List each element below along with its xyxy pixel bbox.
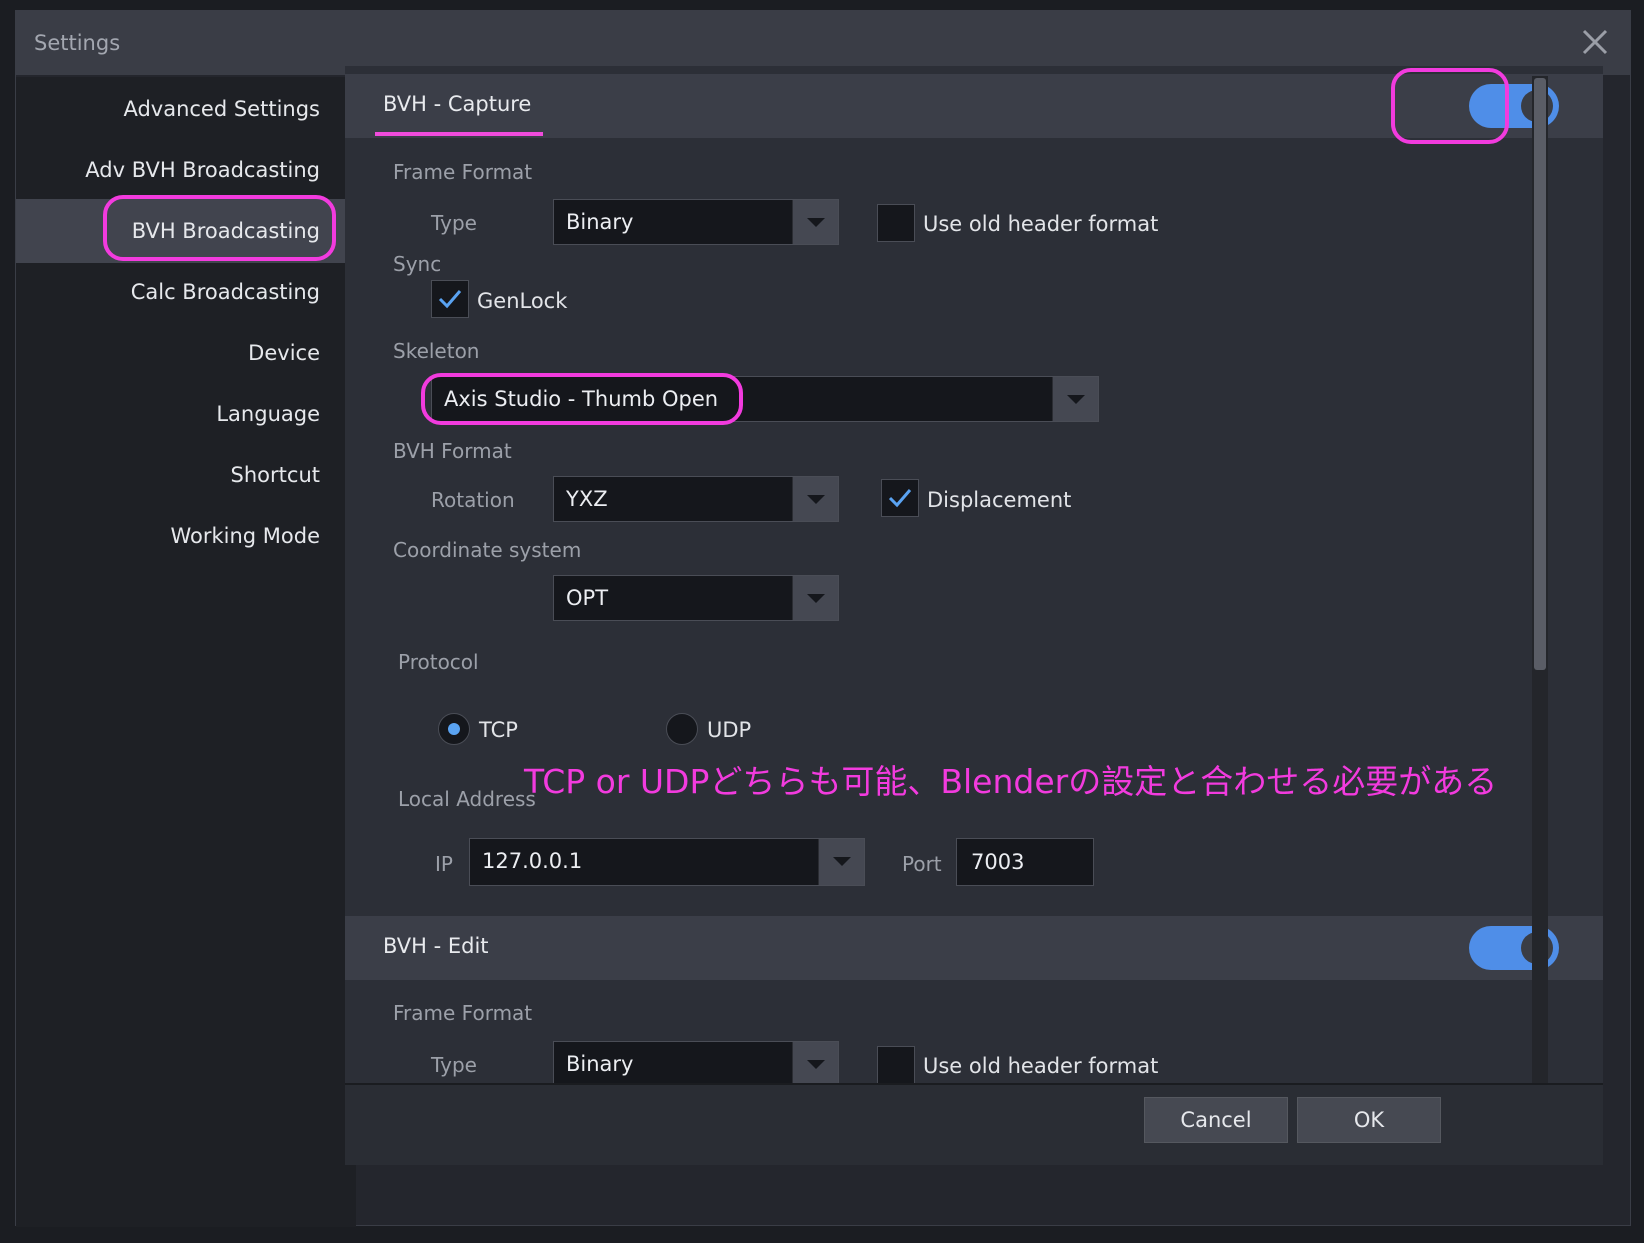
capture-section-header: BVH - Capture	[345, 74, 1603, 138]
checkmark-icon	[888, 489, 912, 508]
ip-select-value: 127.0.0.1	[482, 849, 583, 873]
edit-section-header: BVH - Edit	[345, 916, 1603, 980]
sidebar-item-shortcut[interactable]: Shortcut	[16, 443, 356, 507]
sidebar-item-device[interactable]: Device	[16, 321, 356, 385]
local-address-label: Local Address	[398, 787, 536, 811]
cancel-button[interactable]: Cancel	[1144, 1097, 1288, 1143]
bvh-format-label: BVH Format	[393, 439, 512, 463]
edit-frame-format-label: Frame Format	[393, 1001, 533, 1025]
radio-selected-dot	[448, 723, 460, 735]
sidebar-item-advanced-settings[interactable]: Advanced Settings	[16, 77, 356, 141]
edit-type-label: Type	[431, 1053, 477, 1077]
skeleton-select-value: Axis Studio - Thumb Open	[444, 387, 719, 411]
coordinate-system-select[interactable]: OPT	[553, 575, 839, 621]
annotation-note: TCP or UDPどちらも可能、Blenderの設定と合わせる必要がある	[524, 762, 1498, 801]
chevron-down-icon	[792, 576, 838, 620]
edit-type-select-value: Binary	[566, 1052, 634, 1076]
checkmark-icon	[438, 290, 462, 309]
window-title: Settings	[34, 31, 121, 55]
tcp-label: TCP	[479, 718, 518, 742]
type-label: Type	[431, 211, 477, 235]
udp-label: UDP	[707, 718, 752, 742]
port-input[interactable]: 7003	[956, 838, 1094, 886]
edit-old-header-checkbox[interactable]	[877, 1046, 915, 1084]
genlock-label: GenLock	[477, 289, 568, 313]
edit-type-select[interactable]: Binary	[553, 1041, 839, 1087]
ok-button[interactable]: OK	[1297, 1097, 1441, 1143]
edit-section-title: BVH - Edit	[383, 934, 489, 958]
coordinate-system-label: Coordinate system	[393, 538, 582, 562]
displacement-label: Displacement	[927, 488, 1072, 512]
coordinate-system-value: OPT	[566, 586, 609, 610]
close-icon[interactable]	[1576, 23, 1614, 61]
edit-old-header-label: Use old header format	[923, 1054, 1159, 1078]
displacement-checkbox[interactable]	[881, 479, 919, 517]
dialog-footer: Cancel OK	[345, 1083, 1603, 1165]
protocol-label: Protocol	[398, 650, 479, 674]
sync-label: Sync	[393, 252, 442, 276]
chevron-down-icon	[1052, 377, 1098, 421]
old-header-checkbox[interactable]	[877, 204, 915, 242]
udp-radio[interactable]	[666, 713, 698, 745]
settings-sidebar: Advanced Settings Adv BVH Broadcasting B…	[16, 77, 356, 1227]
ip-select[interactable]: 127.0.0.1	[469, 838, 865, 886]
frame-format-label: Frame Format	[393, 160, 533, 184]
rotation-label: Rotation	[431, 488, 515, 512]
sidebar-item-bvh-broadcasting[interactable]: BVH Broadcasting	[16, 199, 356, 263]
chevron-down-icon	[818, 839, 864, 885]
skeleton-select[interactable]: Axis Studio - Thumb Open	[431, 376, 1099, 422]
old-header-label: Use old header format	[923, 212, 1159, 236]
rotation-select-value: YXZ	[566, 487, 608, 511]
genlock-checkbox[interactable]	[431, 280, 469, 318]
capture-section-title: BVH - Capture	[383, 92, 532, 116]
sidebar-item-working-mode[interactable]: Working Mode	[16, 504, 356, 568]
tcp-radio[interactable]	[438, 713, 470, 745]
active-tab-underline	[375, 132, 543, 136]
ip-label: IP	[435, 852, 453, 876]
chevron-down-icon	[792, 1042, 838, 1086]
port-label: Port	[902, 852, 942, 876]
scrollbar-thumb[interactable]	[1534, 78, 1546, 670]
rotation-select[interactable]: YXZ	[553, 476, 839, 522]
sidebar-item-adv-bvh-broadcasting[interactable]: Adv BVH Broadcasting	[16, 138, 356, 202]
type-select-value: Binary	[566, 210, 634, 234]
port-input-value: 7003	[971, 850, 1025, 874]
sidebar-item-language[interactable]: Language	[16, 382, 356, 446]
skeleton-label: Skeleton	[393, 339, 480, 363]
chevron-down-icon	[792, 200, 838, 244]
chevron-down-icon	[792, 477, 838, 521]
settings-content: BVH - Capture Frame Format Type Binary U…	[345, 66, 1603, 1136]
sidebar-item-calc-broadcasting[interactable]: Calc Broadcasting	[16, 260, 356, 324]
type-select[interactable]: Binary	[553, 199, 839, 245]
